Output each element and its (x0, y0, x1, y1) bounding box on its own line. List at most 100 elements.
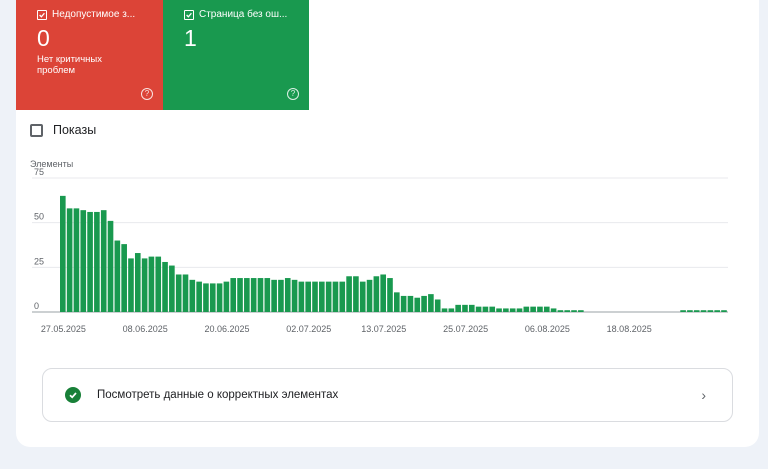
chart-bar[interactable] (169, 265, 175, 312)
chart-bar[interactable] (700, 310, 707, 312)
details-link-label: Посмотреть данные о корректных элементах (97, 389, 339, 401)
chevron-right-icon: › (701, 387, 706, 403)
chart-bar[interactable] (468, 304, 475, 312)
chart-bar[interactable] (319, 281, 325, 312)
chart-bar[interactable] (693, 310, 700, 312)
view-valid-items-button[interactable]: Посмотреть данные о корректных элементах… (42, 368, 733, 422)
chart-bar[interactable] (284, 278, 291, 312)
chart-bar[interactable] (94, 211, 100, 312)
chart-bar[interactable] (346, 276, 352, 312)
chart-bar[interactable] (339, 281, 346, 312)
chart-bar[interactable] (162, 261, 168, 312)
chart-bar[interactable] (475, 306, 482, 312)
chart-bar[interactable] (271, 279, 277, 312)
chart-bar[interactable] (455, 304, 461, 312)
chart-bar[interactable] (394, 292, 400, 312)
chart-bar[interactable] (189, 279, 196, 312)
chart-bar[interactable] (496, 308, 502, 312)
chart-bar[interactable] (298, 281, 305, 312)
items-bar-chart: Элементы 0255075 27.05.2025 08.06.2025 20.… (30, 159, 728, 334)
chart-bar[interactable] (107, 220, 114, 312)
chart-bar[interactable] (380, 274, 386, 312)
chart-bar[interactable] (462, 304, 468, 312)
chart-bar[interactable] (489, 306, 496, 312)
chart-bar[interactable] (196, 281, 202, 312)
chart-bar[interactable] (373, 276, 380, 312)
chart-bar[interactable] (223, 281, 230, 312)
check-circle-icon (65, 387, 81, 403)
chart-bar[interactable] (414, 297, 421, 312)
chart-bar[interactable] (509, 308, 516, 312)
chart-bar[interactable] (530, 306, 536, 312)
chart-bar[interactable] (550, 308, 557, 312)
chart-bar[interactable] (503, 308, 509, 312)
chart-bar[interactable] (264, 278, 271, 312)
chart-bar[interactable] (237, 278, 243, 312)
chart-bar[interactable] (332, 281, 339, 312)
chart-bar[interactable] (134, 253, 141, 312)
chart-bar[interactable] (305, 281, 312, 312)
chart-bar[interactable] (353, 276, 359, 312)
chart-bar[interactable] (182, 274, 189, 312)
chart-bar[interactable] (141, 258, 148, 312)
chart-bar[interactable] (121, 244, 127, 312)
x-tick-label: 18.08.2025 (607, 324, 652, 334)
chart-bar[interactable] (421, 295, 427, 312)
y-tick-label: 75 (34, 167, 44, 177)
chart-bar[interactable] (721, 310, 727, 312)
x-tick-label: 20.06.2025 (204, 324, 249, 334)
chart-bar[interactable] (482, 306, 489, 312)
chart-bar[interactable] (216, 283, 223, 312)
chart-bar[interactable] (148, 256, 155, 312)
chart-bar[interactable] (359, 281, 366, 312)
chart-bar[interactable] (523, 306, 530, 312)
chart-bar[interactable] (434, 299, 441, 312)
chart-bar[interactable] (230, 278, 237, 312)
chart-bar[interactable] (312, 281, 318, 312)
chart-bar[interactable] (244, 278, 250, 312)
chart-bar[interactable] (366, 279, 373, 312)
chart-bar[interactable] (60, 195, 66, 312)
x-tick-label: 02.07.2025 (286, 324, 331, 334)
chart-bar[interactable] (80, 210, 87, 312)
chart-bar[interactable] (325, 281, 332, 312)
chart-bar[interactable] (714, 310, 720, 312)
chart-bar[interactable] (114, 240, 121, 312)
chart-bar[interactable] (680, 310, 686, 312)
chart-bar[interactable] (571, 310, 577, 312)
chart-bar[interactable] (66, 208, 73, 312)
chart-bar[interactable] (578, 310, 584, 312)
y-tick-label: 25 (34, 256, 44, 266)
y-tick-label: 50 (34, 212, 44, 222)
x-tick-label: 25.07.2025 (443, 324, 488, 334)
chart-bar[interactable] (687, 310, 693, 312)
chart-bar[interactable] (155, 256, 162, 312)
chart-bar[interactable] (537, 306, 543, 312)
chart-bar[interactable] (441, 308, 448, 312)
chart-bar[interactable] (516, 308, 523, 312)
chart-bar[interactable] (448, 308, 455, 312)
chart-bar[interactable] (100, 210, 107, 312)
chart-bar[interactable] (543, 306, 550, 312)
chart-bar[interactable] (87, 211, 93, 312)
y-tick-label: 0 (34, 301, 39, 311)
chart-bar[interactable] (73, 208, 80, 312)
chart-bar[interactable] (175, 274, 182, 312)
chart-bar[interactable] (278, 279, 284, 312)
x-tick-label: 27.05.2025 (41, 324, 86, 334)
chart-bar[interactable] (128, 258, 134, 312)
chart-bar[interactable] (564, 310, 571, 312)
chart-bar[interactable] (428, 294, 434, 312)
x-tick-label: 08.06.2025 (123, 324, 168, 334)
chart-bar[interactable] (209, 283, 216, 312)
x-tick-label: 06.08.2025 (525, 324, 570, 334)
chart-bar[interactable] (203, 283, 209, 312)
chart-bar[interactable] (250, 278, 257, 312)
chart-bar[interactable] (557, 310, 564, 312)
chart-bar[interactable] (707, 310, 714, 312)
chart-bar[interactable] (291, 279, 298, 312)
chart-bar[interactable] (407, 295, 414, 312)
chart-bar[interactable] (387, 278, 393, 312)
chart-bar[interactable] (257, 278, 264, 312)
chart-bar[interactable] (400, 295, 407, 312)
